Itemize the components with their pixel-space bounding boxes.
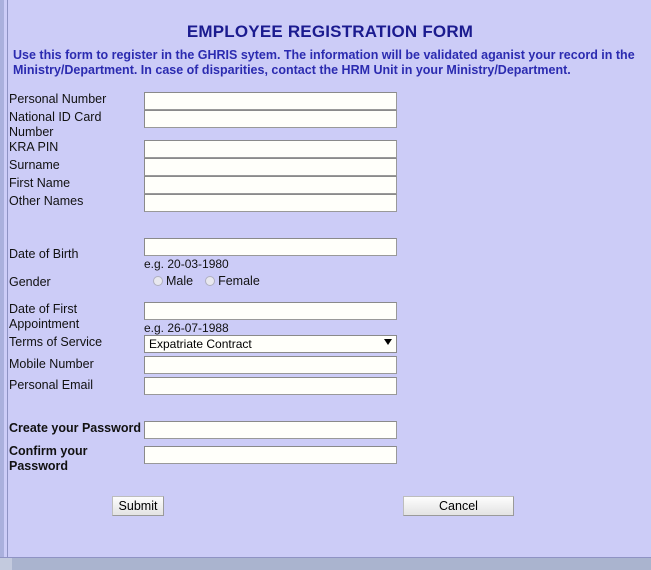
gender-option-female[interactable]: Female [205, 274, 260, 288]
label-date-of-first-appointment: Date of First Appointment [9, 302, 80, 331]
field-row-create-password: Create your Password [9, 421, 614, 439]
form-content: EMPLOYEE REGISTRATION FORM Use this form… [9, 0, 651, 556]
form-instructions-line-2: Ministry/Department. In case of disparit… [13, 63, 571, 77]
spacer [9, 395, 614, 421]
terms-of-service-selected-value: Expatriate Contract [149, 337, 252, 351]
confirm-password-input[interactable] [144, 446, 397, 464]
form-instructions-line-1: Use this form to register in the GHRIS s… [13, 48, 635, 62]
form-button-bar: Submit Cancel [9, 496, 651, 522]
label-mobile-number: Mobile Number [9, 357, 94, 371]
gender-option-male-label: Male [166, 274, 194, 288]
cancel-button[interactable]: Cancel [403, 496, 514, 516]
gender-radio-group: Male Female [144, 271, 614, 289]
first-name-input[interactable] [144, 176, 397, 194]
terms-of-service-select[interactable]: Expatriate Contract [144, 335, 397, 353]
submit-button[interactable]: Submit [112, 496, 164, 516]
field-row-personal-number: Personal Number [9, 92, 614, 110]
label-create-password: Create your Password [9, 421, 141, 435]
label-date-of-birth: Date of Birth [9, 247, 79, 261]
create-password-input[interactable] [144, 421, 397, 439]
personal-number-input[interactable] [144, 92, 397, 110]
form-instructions: Use this form to register in the GHRIS s… [9, 42, 651, 78]
label-personal-number: Personal Number [9, 92, 107, 106]
field-row-mobile-number: Mobile Number [9, 353, 614, 374]
label-kra-pin: KRA PIN [9, 140, 59, 154]
radio-unchecked-icon[interactable] [205, 276, 216, 286]
browser-page: EMPLOYEE REGISTRATION FORM Use this form… [0, 0, 651, 570]
other-names-input[interactable] [144, 194, 397, 212]
field-row-date-of-first-appointment: Date of First Appointment e.g. 26-07-198… [9, 302, 614, 335]
field-row-other-names: Other Names [9, 194, 614, 212]
field-row-confirm-password: Confirm your Password [9, 439, 614, 474]
label-gender: Gender [9, 275, 51, 289]
window-left-edge [0, 0, 8, 557]
date-of-birth-input[interactable] [144, 238, 397, 256]
field-row-date-of-birth: Date of Birth e.g. 20-03-1980 [9, 238, 614, 271]
scrollbar-corner [0, 558, 12, 570]
label-other-names: Other Names [9, 194, 84, 208]
registration-form: Personal Number National ID Card Number … [9, 92, 614, 474]
field-row-surname: Surname [9, 158, 614, 176]
gender-option-male[interactable]: Male [153, 274, 193, 288]
spacer [9, 290, 614, 302]
field-row-first-name: First Name [9, 176, 614, 194]
surname-input[interactable] [144, 158, 397, 176]
page-title: EMPLOYEE REGISTRATION FORM [186, 22, 474, 41]
label-surname: Surname [9, 158, 60, 172]
label-personal-email: Personal Email [9, 378, 94, 392]
field-row-personal-email: Personal Email [9, 374, 614, 395]
date-of-birth-hint: e.g. 20-03-1980 [144, 257, 229, 271]
horizontal-scrollbar[interactable] [0, 557, 651, 570]
kra-pin-input[interactable] [144, 140, 397, 158]
spacer [9, 212, 614, 238]
field-row-kra-pin: KRA PIN [9, 140, 614, 158]
field-row-national-id-card-number: National ID Card Number [9, 110, 614, 140]
mobile-number-input[interactable] [144, 356, 397, 374]
date-of-first-appointment-hint: e.g. 26-07-1988 [144, 321, 229, 335]
field-row-terms-of-service: Terms of Service Expatriate Contract [9, 335, 614, 353]
personal-email-input[interactable] [144, 377, 397, 395]
national-id-card-number-input[interactable] [144, 110, 397, 128]
field-row-gender: Gender Male Female [9, 271, 614, 290]
label-confirm-password: Confirm your Password [9, 444, 88, 473]
radio-unchecked-icon[interactable] [153, 276, 163, 286]
chevron-down-icon[interactable] [384, 339, 392, 345]
gender-option-female-label: Female [218, 274, 260, 288]
label-terms-of-service: Terms of Service [9, 335, 103, 349]
window-left-edge-inner [0, 0, 4, 557]
label-first-name: First Name [9, 176, 71, 190]
label-national-id-card-number: National ID Card Number [9, 110, 102, 139]
date-of-first-appointment-input[interactable] [144, 302, 397, 320]
